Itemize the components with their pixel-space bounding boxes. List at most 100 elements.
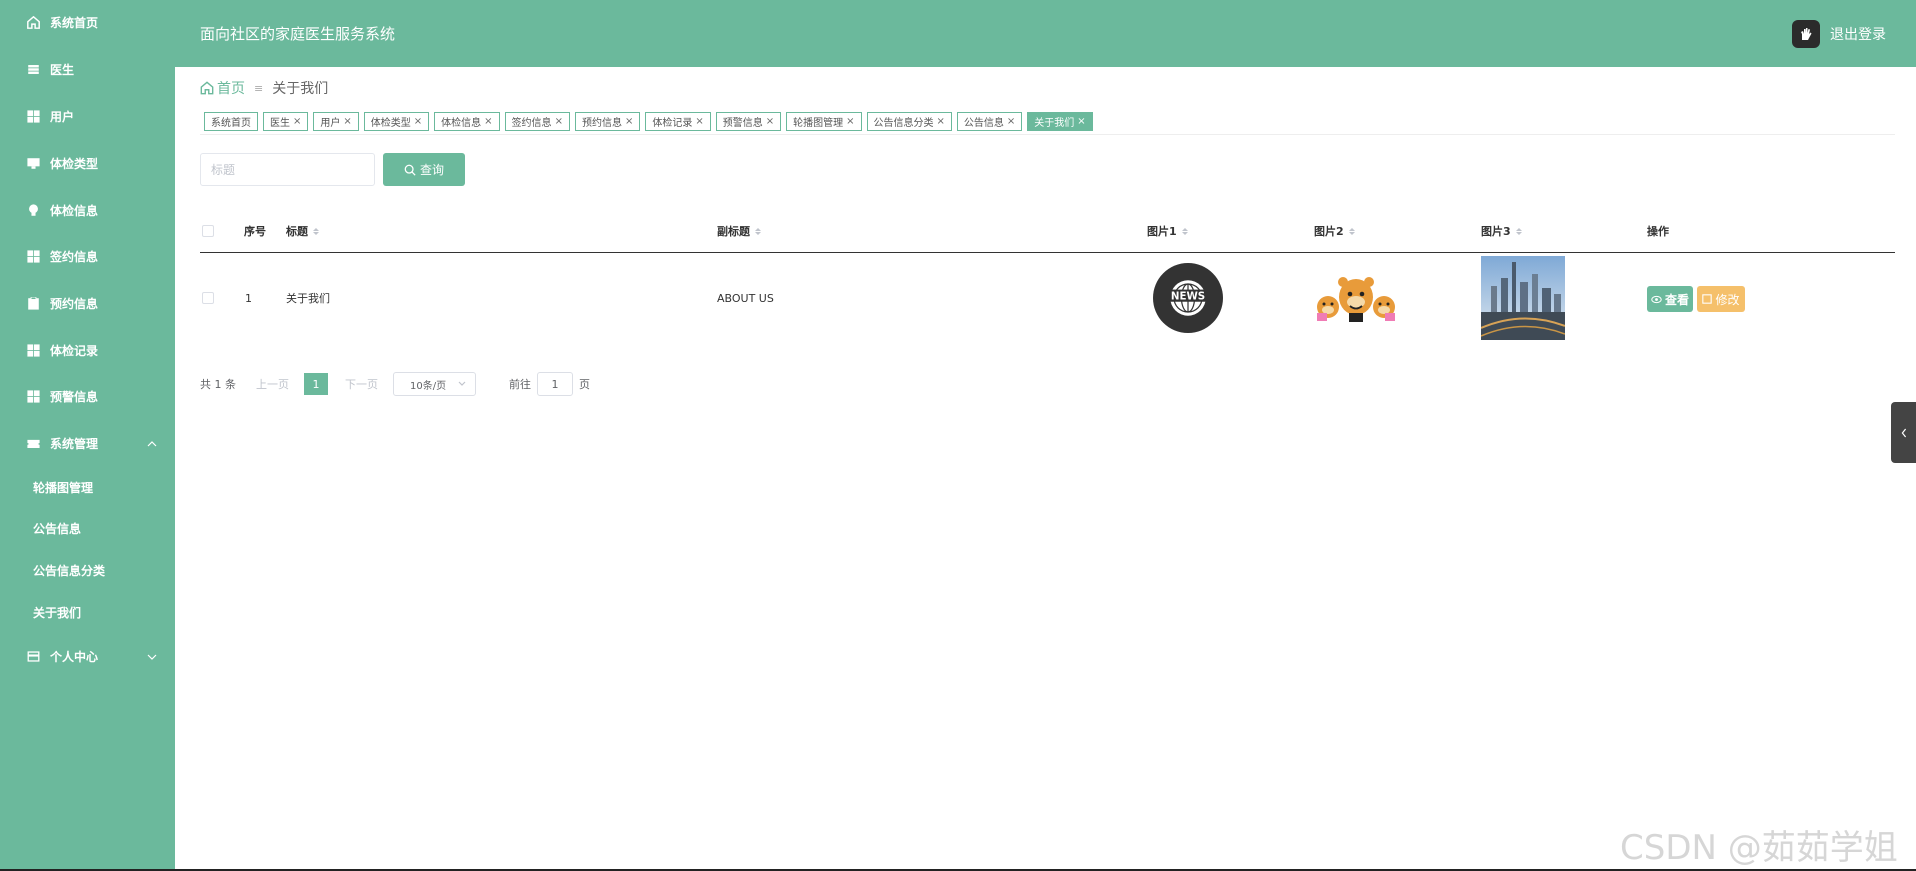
- close-icon[interactable]: ×: [1077, 116, 1085, 127]
- tags-divider: [200, 134, 1895, 135]
- tag-notice[interactable]: 公告信息 ×: [956, 112, 1023, 131]
- sidebar-subitem-about[interactable]: 关于我们: [0, 595, 175, 629]
- close-icon[interactable]: ×: [766, 116, 774, 127]
- tag-exam-record[interactable]: 体检记录 ×: [645, 112, 711, 131]
- side-panel-toggle[interactable]: [1891, 402, 1916, 463]
- sidebar-subitem-carousel[interactable]: 轮播图管理: [0, 470, 175, 504]
- table-header-divider: [200, 252, 1895, 253]
- sidebar-item-exam-type[interactable]: 体检类型: [0, 145, 175, 181]
- sidebar-item-label: 预约信息: [50, 296, 99, 311]
- sidebar-item-exam-info[interactable]: 体检信息: [0, 192, 175, 228]
- close-icon[interactable]: ×: [555, 116, 563, 127]
- sidebar-item-system[interactable]: 系统管理: [0, 425, 175, 461]
- avatar: [1792, 20, 1820, 48]
- title-search-input[interactable]: [200, 153, 375, 186]
- tag-label: 预警信息: [722, 118, 763, 129]
- tag-user[interactable]: 用户 ×: [313, 112, 359, 131]
- row-checkbox[interactable]: [202, 292, 214, 304]
- column-header-image3[interactable]: 图片3: [1481, 210, 1522, 252]
- close-icon[interactable]: ×: [484, 116, 492, 127]
- close-icon[interactable]: ×: [343, 116, 351, 127]
- close-icon[interactable]: ×: [695, 116, 703, 127]
- next-page-button[interactable]: 下一页: [345, 376, 378, 392]
- sidebar-item-home[interactable]: 系统首页: [0, 4, 175, 40]
- page-size-select[interactable]: 10条/页: [393, 372, 476, 396]
- sidebar-subitem-notice[interactable]: 公告信息: [0, 511, 175, 545]
- search-button[interactable]: 查询: [383, 153, 465, 186]
- close-icon[interactable]: ×: [846, 116, 854, 127]
- cartoon-bears-image[interactable]: [1313, 273, 1399, 323]
- sidebar-item-user[interactable]: 用户: [0, 98, 175, 134]
- edit-button-label: 修改: [1715, 292, 1740, 307]
- close-icon[interactable]: ×: [414, 116, 422, 127]
- sidebar-item-label: 签约信息: [50, 249, 99, 264]
- tag-exam-type[interactable]: 体检类型 ×: [363, 112, 430, 131]
- cell-image3: [1481, 253, 1565, 343]
- page-size-value: 10条/页: [410, 380, 447, 392]
- select-all-checkbox[interactable]: [202, 225, 214, 237]
- tag-label: 签约信息: [511, 118, 552, 129]
- breadcrumb-home[interactable]: 首页: [200, 78, 245, 98]
- tag-carousel[interactable]: 轮播图管理 ×: [786, 112, 862, 131]
- sort-icon[interactable]: [1348, 227, 1355, 235]
- tag-label: 轮播图管理: [793, 118, 844, 129]
- column-header-image1[interactable]: 图片1: [1147, 210, 1188, 252]
- column-header-index: 序号: [244, 210, 266, 252]
- pagination-total: 共 1 条: [200, 378, 236, 391]
- sidebar-item-label: 体检类型: [50, 156, 99, 171]
- sidebar-item-personal[interactable]: 个人中心: [0, 638, 175, 674]
- sidebar-subitem-label: 轮播图管理: [33, 480, 94, 495]
- page-number-1[interactable]: 1: [304, 373, 328, 395]
- tag-notice-category[interactable]: 公告信息分类 ×: [866, 112, 952, 131]
- column-header-title[interactable]: 标题: [286, 210, 319, 252]
- tag-label: 体检类型: [370, 118, 411, 129]
- tag-about[interactable]: 关于我们 ×: [1027, 112, 1093, 131]
- cell-subtitle: ABOUT US: [717, 291, 774, 305]
- sidebar-item-appointment[interactable]: 预约信息: [0, 285, 175, 321]
- goto-unit: 页: [579, 378, 590, 391]
- tag-label: 公告信息: [963, 118, 1004, 129]
- view-button[interactable]: 查看: [1647, 286, 1693, 312]
- close-icon[interactable]: ×: [937, 116, 945, 127]
- sort-icon[interactable]: [755, 227, 761, 235]
- tag-doctor[interactable]: 医生 ×: [263, 112, 309, 131]
- cell-image2: [1313, 253, 1399, 343]
- sidebar-item-exam-record[interactable]: 体检记录: [0, 332, 175, 368]
- sidebar-item-warning[interactable]: 预警信息: [0, 378, 175, 414]
- chevron-down-icon: [458, 381, 466, 386]
- tag-appointment[interactable]: 预约信息 ×: [574, 112, 641, 131]
- close-icon[interactable]: ×: [1007, 116, 1015, 127]
- prev-page-button[interactable]: 上一页: [256, 376, 289, 392]
- news-image-text: NEWS: [1171, 290, 1205, 302]
- close-icon[interactable]: ×: [293, 116, 301, 127]
- news-globe-image[interactable]: NEWS: [1153, 263, 1223, 333]
- sidebar-subitem-notice-category[interactable]: 公告信息分类: [0, 553, 175, 587]
- logout-button[interactable]: 退出登录: [1792, 20, 1886, 48]
- tag-label: 体检信息: [441, 118, 482, 129]
- tag-home[interactable]: 系统首页: [204, 112, 258, 131]
- tag-contract[interactable]: 签约信息 ×: [504, 112, 570, 131]
- chevron-down-icon: [147, 651, 157, 661]
- column-header-label: 图片3: [1481, 225, 1511, 238]
- column-header-image2[interactable]: 图片2: [1314, 210, 1355, 252]
- sidebar-item-contract[interactable]: 签约信息: [0, 238, 175, 274]
- home-icon: [26, 15, 40, 29]
- view-button-label: 查看: [1664, 292, 1689, 307]
- column-header-subtitle[interactable]: 副标题: [717, 210, 761, 252]
- tag-warning[interactable]: 预警信息 ×: [715, 112, 782, 131]
- tag-label: 用户: [320, 118, 341, 129]
- column-header-label: 序号: [244, 225, 266, 238]
- column-header-label: 图片1: [1147, 225, 1177, 238]
- city-skyline-image[interactable]: [1481, 256, 1565, 340]
- sort-icon[interactable]: [313, 227, 319, 235]
- eye-icon: [1651, 295, 1662, 303]
- goto-page-input[interactable]: [537, 372, 573, 396]
- sort-icon[interactable]: [1515, 227, 1522, 235]
- sidebar-item-doctor[interactable]: 医生: [0, 51, 175, 87]
- tag-exam-info[interactable]: 体检信息 ×: [434, 112, 500, 131]
- sidebar-item-label: 医生: [50, 62, 75, 77]
- close-icon[interactable]: ×: [625, 116, 633, 127]
- top-header: 面向社区的家庭医生服务系统 退出登录: [175, 0, 1916, 67]
- edit-button[interactable]: 修改: [1697, 286, 1745, 312]
- sort-icon[interactable]: [1181, 227, 1188, 235]
